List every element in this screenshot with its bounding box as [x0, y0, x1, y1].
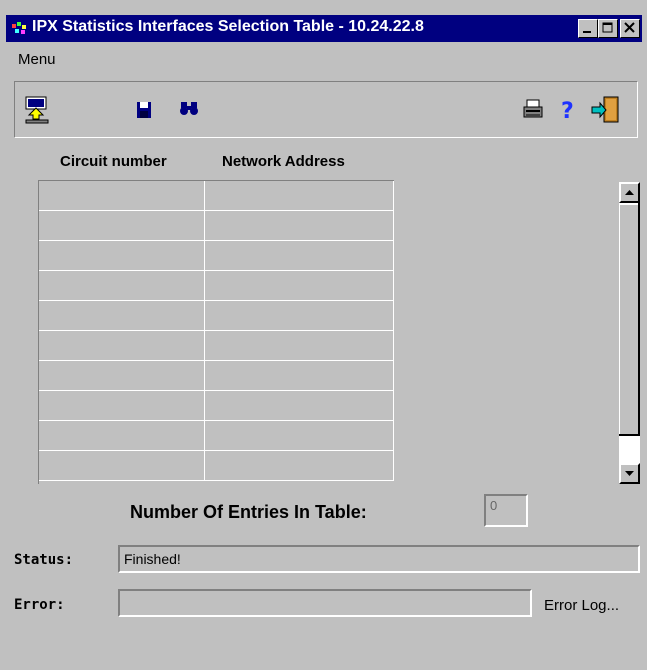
table-row[interactable] [39, 391, 394, 421]
table-cell-network-address[interactable] [205, 211, 394, 241]
upload-button[interactable] [24, 96, 49, 124]
status-label: Status: [14, 552, 74, 568]
binoculars-icon [180, 102, 198, 115]
table-row[interactable] [39, 181, 394, 211]
table-row[interactable] [39, 421, 394, 451]
minimize-icon [583, 31, 591, 33]
upload-icon [25, 96, 49, 124]
table-cell-network-address[interactable] [205, 361, 394, 391]
print-button[interactable] [522, 96, 546, 122]
table-cell-circuit[interactable] [39, 451, 205, 481]
scroll-down-button[interactable] [619, 463, 640, 484]
save-icon [137, 102, 151, 118]
table-row[interactable] [39, 361, 394, 391]
status-field: Finished! [118, 545, 640, 573]
table-cell-network-address[interactable] [205, 331, 394, 361]
table-row[interactable] [39, 301, 394, 331]
close-button[interactable] [620, 19, 640, 38]
table-cell-network-address[interactable] [205, 271, 394, 301]
table-cell-network-address[interactable] [205, 301, 394, 331]
column-header-network-address[interactable]: Network Address [222, 153, 345, 170]
table-cell-circuit[interactable] [39, 331, 205, 361]
table-cell-circuit[interactable] [39, 271, 205, 301]
find-button[interactable] [178, 96, 202, 122]
app-window: IPX Statistics Interfaces Selection Tabl… [0, 0, 647, 670]
table-vertical-scrollbar[interactable] [618, 182, 640, 484]
save-button[interactable] [135, 96, 159, 122]
table-cell-network-address[interactable] [205, 451, 394, 481]
menu-bar: Menu [6, 44, 642, 70]
table-cell-circuit[interactable] [39, 241, 205, 271]
table-row[interactable] [39, 211, 394, 241]
svg-text:?: ? [561, 99, 574, 122]
minimize-button[interactable] [578, 19, 598, 38]
table-cell-circuit[interactable] [39, 391, 205, 421]
close-icon [624, 22, 635, 33]
maximize-button[interactable] [598, 19, 618, 38]
window-title: IPX Statistics Interfaces Selection Tabl… [32, 18, 424, 35]
maximize-icon [602, 22, 613, 33]
toolbar: ? [14, 81, 638, 138]
entries-count-label: Number Of Entries In Table: [130, 502, 367, 522]
title-bar[interactable]: IPX Statistics Interfaces Selection Tabl… [6, 15, 642, 42]
table-cell-network-address[interactable] [205, 241, 394, 271]
arrow-up-icon [625, 190, 634, 195]
app-icon [12, 22, 26, 34]
printer-icon [523, 99, 543, 118]
table-cell-circuit[interactable] [39, 421, 205, 451]
exit-button[interactable] [591, 96, 619, 123]
help-button[interactable]: ? [556, 96, 580, 124]
table-row[interactable] [39, 271, 394, 301]
table-cell-network-address[interactable] [205, 391, 394, 421]
table-row[interactable] [39, 331, 394, 361]
table-cell-circuit[interactable] [39, 211, 205, 241]
scroll-up-button[interactable] [619, 182, 640, 203]
help-icon: ? [561, 99, 574, 124]
table-cell-network-address[interactable] [205, 421, 394, 451]
arrow-down-icon [625, 471, 634, 476]
table-cell-network-address[interactable] [205, 181, 394, 211]
menu-menu[interactable]: Menu [18, 51, 56, 68]
error-label: Error: [14, 597, 65, 613]
entries-count-field: 0 [484, 494, 528, 527]
table-cell-circuit[interactable] [39, 361, 205, 391]
column-header-circuit[interactable]: Circuit number [60, 153, 167, 170]
table-row[interactable] [39, 241, 394, 271]
table-row[interactable] [39, 451, 394, 481]
table-cell-circuit[interactable] [39, 301, 205, 331]
error-log-button[interactable]: Error Log... [544, 597, 619, 614]
exit-door-icon [591, 96, 619, 123]
table-cell-circuit[interactable] [39, 181, 205, 211]
interfaces-table [38, 180, 394, 484]
error-field [118, 589, 532, 617]
